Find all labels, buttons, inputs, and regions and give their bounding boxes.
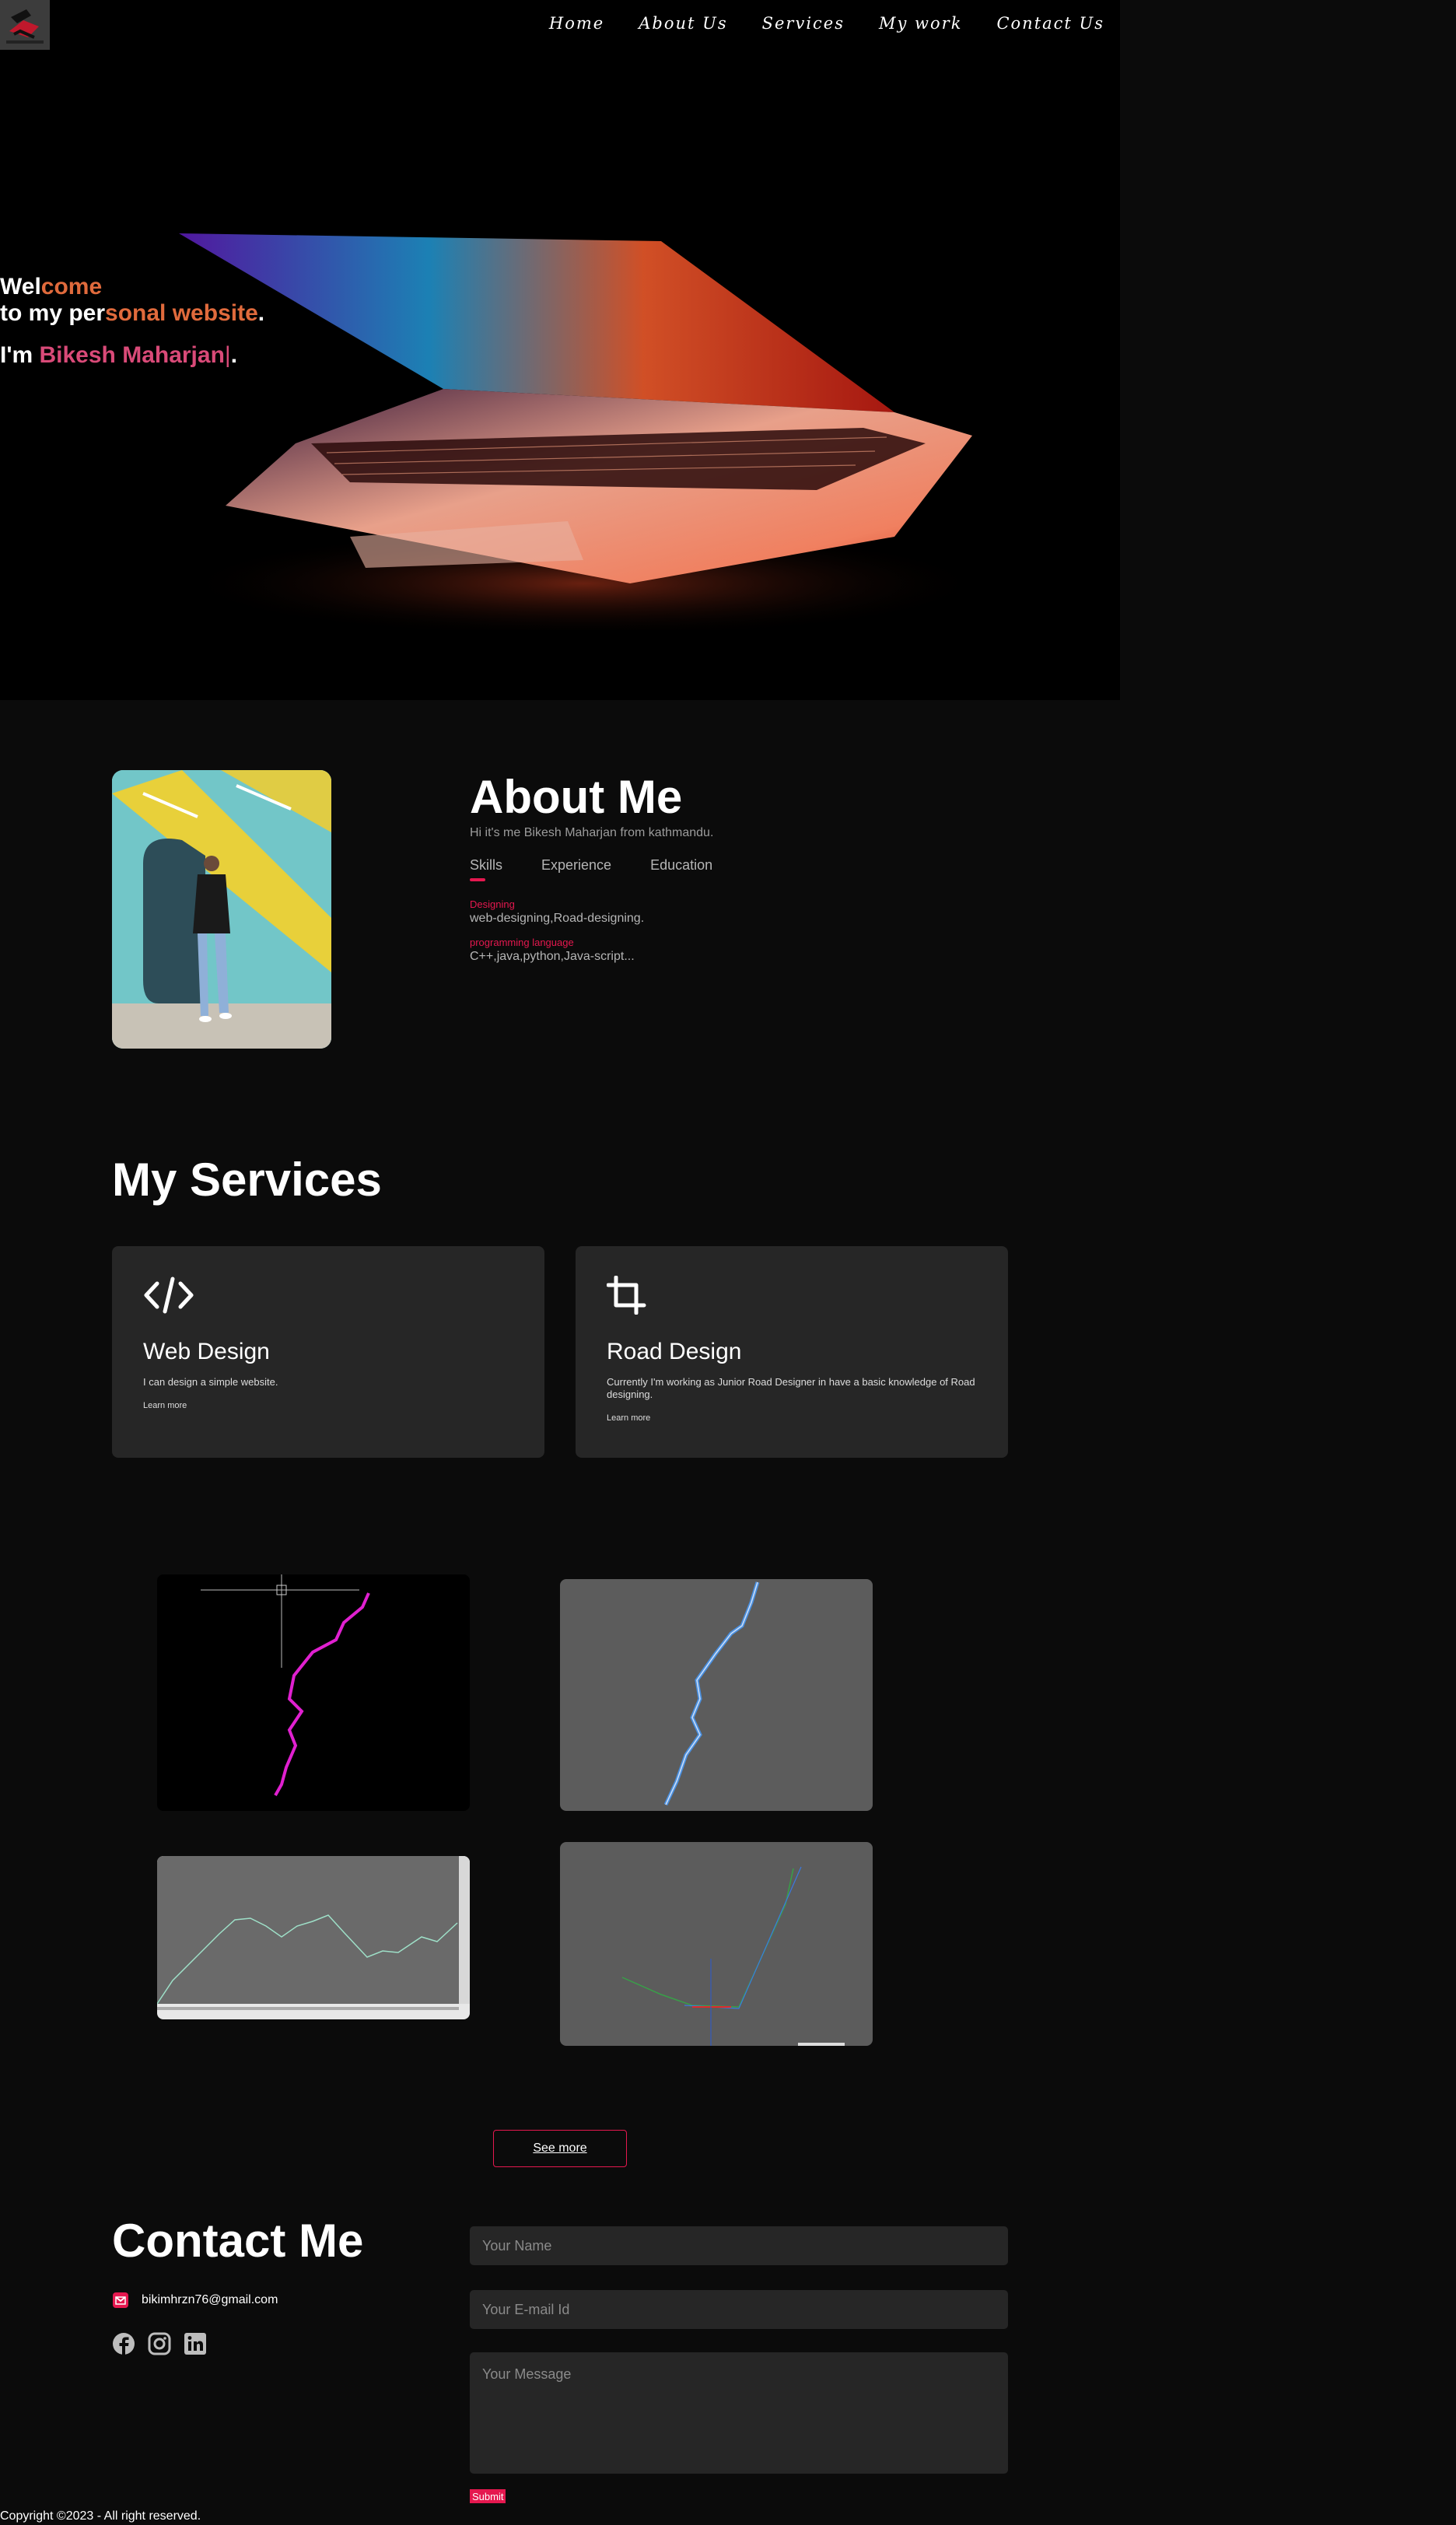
nav-work[interactable]: My work: [879, 14, 962, 33]
hero-punct: .: [257, 300, 265, 326]
learn-more-link[interactable]: Learn more: [143, 1401, 187, 1410]
hero-word: Wel: [0, 274, 41, 299]
about-title: About Me: [470, 771, 683, 823]
typing-cursor: |: [224, 342, 231, 368]
submit-button[interactable]: Submit: [470, 2489, 506, 2503]
skill-title: programming language: [470, 937, 574, 948]
hero-name: Bikesh Maharjan: [39, 342, 225, 368]
laptop-hero-image: [179, 233, 988, 630]
work-image-road-plan[interactable]: [560, 1579, 873, 1811]
hero-heading: Welcome to my personal website. I'm Bike…: [0, 274, 264, 369]
learn-more-link[interactable]: Learn more: [607, 1413, 650, 1423]
profile-photo: [112, 770, 331, 1049]
hero-im: I'm: [0, 342, 40, 368]
skill-value: C++,java,python,Java-script...: [470, 950, 635, 963]
code-icon: [144, 1277, 194, 1314]
work-image-cross-section[interactable]: [560, 1842, 873, 2046]
service-card-road-design: Road Design Currently I'm working as Jun…: [576, 1246, 1008, 1458]
about-intro: Hi it's me Bikesh Maharjan from kathmand…: [470, 826, 714, 839]
crop-icon: [606, 1275, 646, 1315]
about-tabs: Skills Experience Education: [470, 857, 1014, 881]
hero-word: to my per: [0, 300, 106, 326]
service-title: Web Design: [143, 1339, 270, 1364]
contact-email: bikimhrzn76@gmail.com: [112, 2292, 278, 2309]
nav-services[interactable]: Services: [762, 14, 845, 33]
skill-item: programming language C++,java,python,Jav…: [470, 937, 1014, 964]
instagram-icon[interactable]: [148, 2332, 171, 2355]
tab-skills[interactable]: Skills: [470, 857, 502, 881]
hero-word-accent: come: [40, 274, 103, 299]
service-title: Road Design: [607, 1339, 742, 1364]
main-nav: Home About Us Services My work Contact U…: [549, 14, 1104, 33]
message-textarea[interactable]: [470, 2352, 1008, 2474]
linkedin-icon[interactable]: [184, 2332, 207, 2355]
service-desc: I can design a simple website.: [143, 1376, 278, 1388]
service-card-web-design: Web Design I can design a simple website…: [112, 1246, 544, 1458]
contact-title: Contact Me: [112, 2215, 364, 2267]
skill-item: Designing web-designing,Road-designing.: [470, 898, 1014, 926]
nav-contact[interactable]: Contact Us: [996, 14, 1104, 33]
email-input[interactable]: [470, 2290, 1008, 2329]
tab-experience[interactable]: Experience: [541, 857, 611, 881]
email-icon: [113, 2292, 128, 2308]
site-logo[interactable]: [0, 0, 50, 50]
social-links: [112, 2332, 207, 2355]
name-input[interactable]: [470, 2226, 1008, 2265]
hero-word-accent: sonal website: [105, 300, 258, 326]
hero-section: Home About Us Services My work Contact U…: [0, 0, 1120, 700]
work-image-road-alignment[interactable]: [157, 1574, 470, 1811]
about-section: About Me Hi it's me Bikesh Maharjan from…: [470, 770, 1014, 964]
footer-copyright: Copyright ©2023 - All right reserved.: [0, 2509, 201, 2523]
facebook-icon[interactable]: [112, 2332, 135, 2355]
tab-education[interactable]: Education: [650, 857, 712, 881]
skill-title: Designing: [470, 898, 515, 910]
hero-punct: .: [230, 342, 238, 368]
email-address[interactable]: bikimhrzn76@gmail.com: [142, 2293, 278, 2307]
services-title: My Services: [112, 1154, 382, 1206]
nav-about[interactable]: About Us: [639, 14, 727, 33]
nav-home[interactable]: Home: [549, 14, 604, 33]
service-desc: Currently I'm working as Junior Road Des…: [607, 1376, 975, 1400]
skill-value: web-designing,Road-designing.: [470, 912, 645, 925]
work-image-profile[interactable]: [157, 1856, 470, 2019]
see-more-button[interactable]: See more: [493, 2130, 627, 2167]
